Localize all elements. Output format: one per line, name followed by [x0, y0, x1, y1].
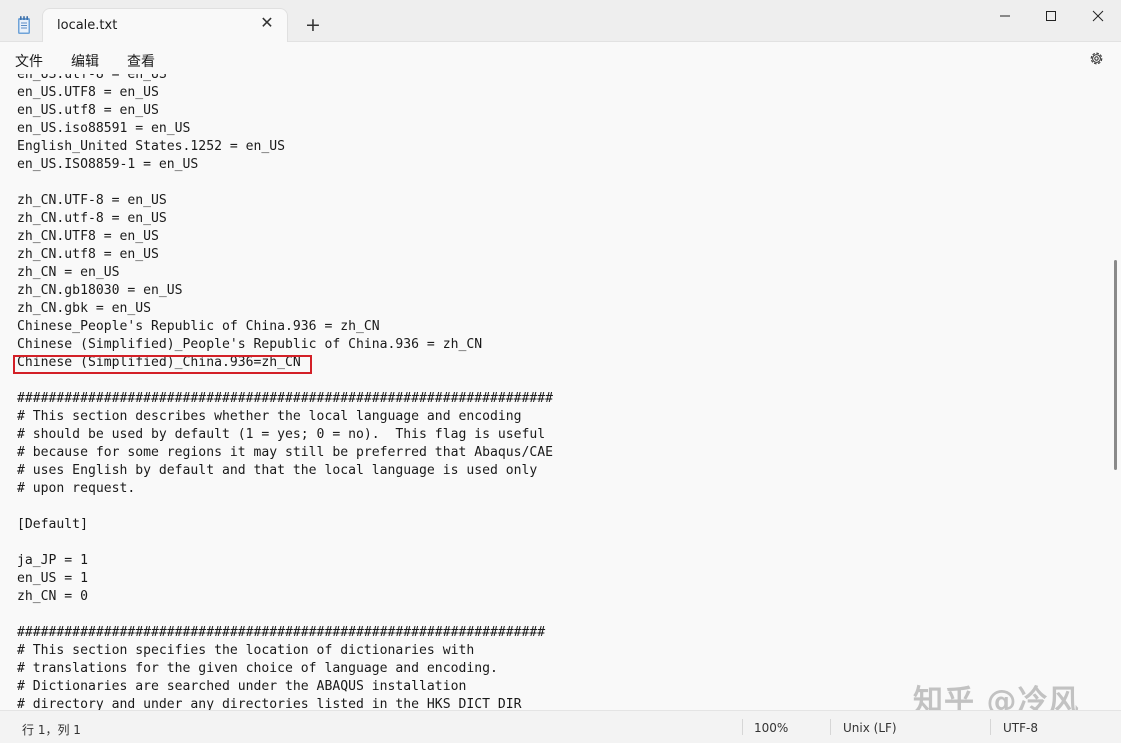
text-line[interactable]: zh_CN.gb18030 = en_US: [17, 282, 553, 300]
tab-title: locale.txt: [57, 18, 118, 33]
scrollbar-thumb[interactable]: [1114, 260, 1117, 470]
settings-gear-icon[interactable]: [1088, 50, 1105, 67]
editor-text[interactable]: en_US.utf-8 = en_US en_US.UTF8 = en_US en_…: [17, 74, 553, 710]
text-line[interactable]: en_US.iso88591 = en_US: [17, 120, 553, 138]
menu-file[interactable]: 文件: [15, 51, 43, 71]
text-line[interactable]: ja_JP = 1: [17, 552, 553, 570]
text-line[interactable]: # Dictionaries are searched under the AB…: [17, 678, 553, 696]
text-line[interactable]: zh_CN = en_US: [17, 264, 553, 282]
highlight-annotation-box: [13, 355, 312, 374]
status-separator: [990, 719, 991, 735]
text-line[interactable]: [17, 372, 553, 390]
text-line[interactable]: en_US = 1: [17, 570, 553, 588]
text-line[interactable]: en_US.utf-8 = en_US: [17, 74, 553, 84]
text-line[interactable]: [17, 174, 553, 192]
line-ending[interactable]: Unix (LF): [843, 721, 897, 735]
text-line[interactable]: Chinese (Simplified)_People's Republic o…: [17, 336, 553, 354]
text-line[interactable]: [Default]: [17, 516, 553, 534]
text-line[interactable]: zh_CN.utf-8 = en_US: [17, 210, 553, 228]
status-separator: [830, 719, 831, 735]
text-line[interactable]: # translations for the given choice of l…: [17, 660, 553, 678]
text-line[interactable]: [17, 498, 553, 516]
text-line[interactable]: zh_CN.utf8 = en_US: [17, 246, 553, 264]
notepad-icon: [18, 16, 30, 34]
title-bar: locale.txt ✕ +: [0, 0, 1121, 42]
menu-bar: 文件 编辑 查看: [0, 42, 1121, 74]
text-line[interactable]: zh_CN.UTF8 = en_US: [17, 228, 553, 246]
text-line[interactable]: zh_CN = 0: [17, 588, 553, 606]
status-separator: [742, 719, 743, 735]
maximize-button[interactable]: [1028, 0, 1074, 32]
tab-close-icon[interactable]: ✕: [259, 15, 275, 31]
text-editor[interactable]: en_US.utf-8 = en_US en_US.UTF8 = en_US en_…: [0, 74, 1111, 710]
text-line[interactable]: en_US.utf8 = en_US: [17, 102, 553, 120]
text-line[interactable]: zh_CN.UTF-8 = en_US: [17, 192, 553, 210]
text-line[interactable]: # uses English by default and that the l…: [17, 462, 553, 480]
maximize-icon: [1046, 11, 1056, 21]
menu-view[interactable]: 查看: [127, 51, 155, 71]
text-line[interactable]: # upon request.: [17, 480, 553, 498]
text-line[interactable]: # directory and under any directories li…: [17, 696, 553, 710]
minimize-icon: [1000, 15, 1010, 17]
encoding[interactable]: UTF-8: [1003, 721, 1038, 735]
text-line[interactable]: [17, 606, 553, 624]
zoom-level[interactable]: 100%: [754, 721, 788, 735]
vertical-scrollbar[interactable]: [1111, 74, 1121, 710]
text-line[interactable]: Chinese_People's Republic of China.936 =…: [17, 318, 553, 336]
menu-edit[interactable]: 编辑: [71, 51, 99, 71]
text-line[interactable]: en_US.ISO8859-1 = en_US: [17, 156, 553, 174]
cursor-position: 行 1，列 1: [22, 723, 81, 737]
text-line[interactable]: ########################################…: [17, 390, 553, 408]
tab-locale-txt[interactable]: locale.txt ✕: [42, 8, 288, 42]
text-line[interactable]: en_US.UTF8 = en_US: [17, 84, 553, 102]
text-line[interactable]: # This section specifies the location of…: [17, 642, 553, 660]
close-icon: [1092, 10, 1104, 22]
text-line[interactable]: zh_CN.gbk = en_US: [17, 300, 553, 318]
text-line[interactable]: ########################################…: [17, 624, 553, 642]
text-line[interactable]: # because for some regions it may still …: [17, 444, 553, 462]
text-line[interactable]: # This section describes whether the loc…: [17, 408, 553, 426]
new-tab-button[interactable]: +: [304, 16, 322, 35]
minimize-button[interactable]: [982, 0, 1028, 32]
status-bar: 行 1，列 1 100% Unix (LF) UTF-8: [0, 710, 1121, 743]
close-window-button[interactable]: [1075, 0, 1121, 32]
text-line[interactable]: [17, 534, 553, 552]
text-line[interactable]: # should be used by default (1 = yes; 0 …: [17, 426, 553, 444]
text-line[interactable]: English_United States.1252 = en_US: [17, 138, 553, 156]
